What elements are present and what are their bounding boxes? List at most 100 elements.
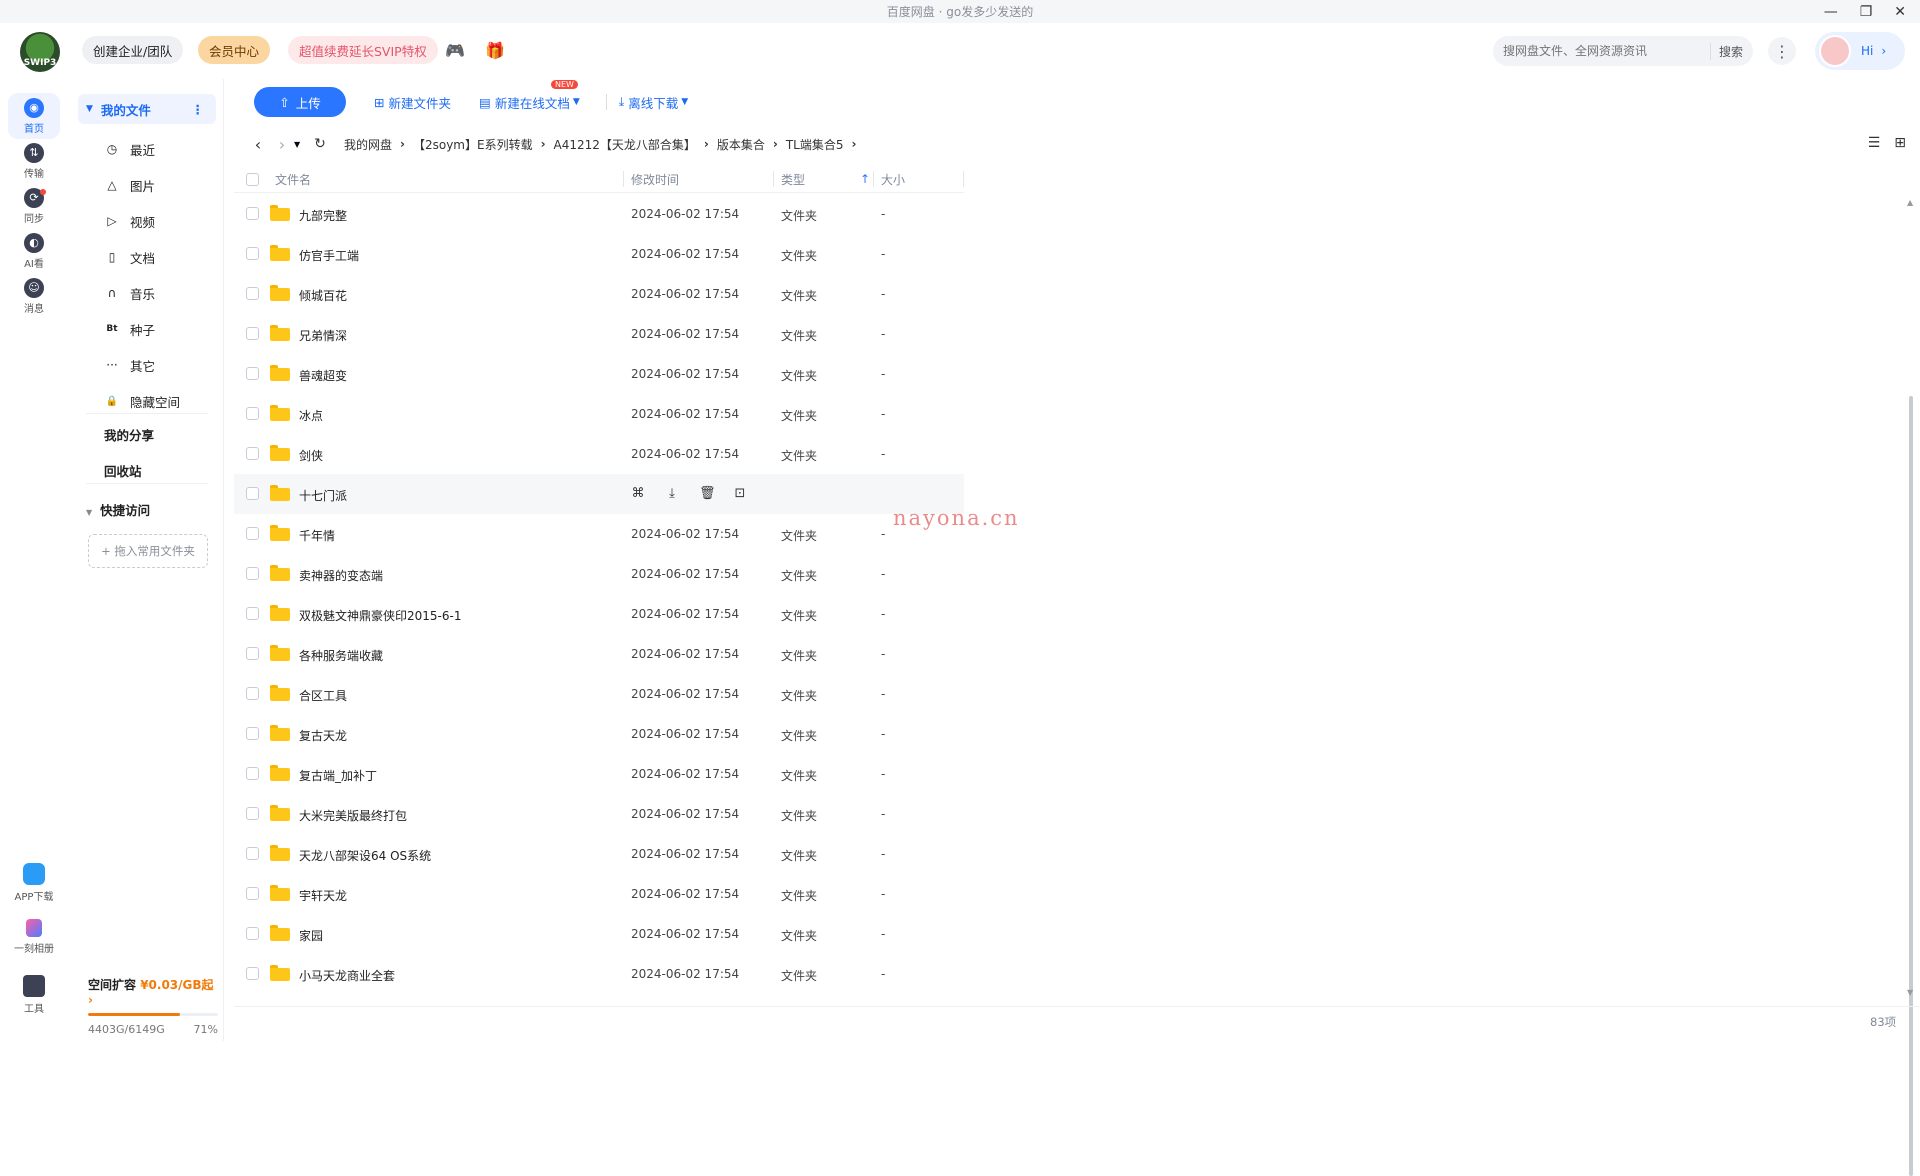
row-checkbox[interactable] [246,327,259,340]
file-name[interactable]: 兄弟情深 [299,327,347,344]
table-row[interactable]: 冰点 2024-06-02 17:54 文件夹 - [234,394,964,434]
user-profile[interactable]: Hi › [1815,32,1905,70]
table-row[interactable]: 十七门派 ⌘ ⤓ 🗑 ⊡ [234,474,964,514]
breadcrumb-item[interactable]: 我的网盘 [344,136,392,153]
new-folder-button[interactable]: ⊞ 新建文件夹 [374,93,451,112]
minimize-icon[interactable]: — [1824,4,1838,20]
nav-item-home[interactable]: ◉ 首页 [8,93,60,139]
grid-view-icon[interactable]: ⊞ [1894,135,1906,151]
column-header-size[interactable]: 大小 [881,165,905,193]
file-name[interactable]: 兽魂超变 [299,367,347,384]
row-checkbox[interactable] [246,767,259,780]
more-menu-icon[interactable]: ⋮ [1768,37,1796,65]
more-icon[interactable]: ⊡ [733,486,747,501]
sidebar-item-videos[interactable]: ▷ 视频 [104,211,155,231]
breadcrumb-item-current[interactable]: TL端集合5 [786,136,844,153]
file-name[interactable]: 剑侠 [299,447,323,464]
search-input[interactable] [1503,44,1703,58]
table-row[interactable]: 小马天龙商业全套 2024-06-02 17:54 文件夹 - [234,954,964,994]
row-checkbox[interactable] [246,847,259,860]
row-checkbox[interactable] [246,567,259,580]
member-center-button[interactable]: 会员中心 [198,36,271,64]
file-name[interactable]: 合区工具 [299,687,347,704]
refresh-icon[interactable]: ↻ [308,136,332,152]
sidebar-item-recycle[interactable]: 回收站 [104,461,142,480]
breadcrumb-item[interactable]: 【2soym】E系列转载 [413,136,533,153]
column-header-type[interactable]: 类型 [781,165,805,193]
row-checkbox[interactable] [246,207,259,220]
sidebar-item-hidden-space[interactable]: 🔒 隐藏空间 [104,391,180,411]
close-icon[interactable]: ✕ [1894,4,1906,20]
file-name[interactable]: 复古天龙 [299,727,347,744]
row-checkbox[interactable] [246,287,259,300]
row-checkbox[interactable] [246,727,259,740]
row-checkbox[interactable] [246,647,259,660]
forward-icon[interactable]: › [270,135,294,154]
file-name[interactable]: 仿官手工端 [299,247,359,264]
breadcrumb-item[interactable]: 版本集合 [717,136,765,153]
nav-item-ai[interactable]: ◐ AI看 [8,228,60,274]
file-name[interactable]: 家园 [299,927,323,944]
file-name[interactable]: 千年情 [299,527,335,544]
row-checkbox[interactable] [246,447,259,460]
storage-panel[interactable]: 空间扩容 ¥0.03/GB起 › 4403G/6149G 71% [88,976,218,1036]
delete-icon[interactable]: 🗑 [699,486,716,501]
row-checkbox[interactable] [246,607,259,620]
sidebar-item-music[interactable]: ∩ 音乐 [104,283,155,303]
tools-button[interactable]: 工具 [8,975,60,1015]
sidebar-item-documents[interactable]: ▯ 文档 [104,247,155,267]
row-checkbox[interactable] [246,687,259,700]
file-name[interactable]: 九部完整 [299,207,347,224]
table-row[interactable]: 千年情 2024-06-02 17:54 文件夹 - [234,514,964,554]
select-all-checkbox[interactable] [246,165,259,193]
file-name[interactable]: 小马天龙商业全套 [299,967,395,984]
file-name[interactable]: 卖神器的变态端 [299,567,383,584]
row-checkbox[interactable] [246,367,259,380]
row-checkbox[interactable] [246,527,259,540]
game-icon[interactable]: 🎮 [444,39,466,61]
table-row[interactable]: 九部完整 2024-06-02 17:54 文件夹 - [234,194,964,234]
sort-ascending-icon[interactable]: ↑ [860,165,870,193]
file-name[interactable]: 宇轩天龙 [299,887,347,904]
table-row[interactable]: 倾城百花 2024-06-02 17:54 文件夹 - [234,274,964,314]
sidebar-item-torrents[interactable]: Bt 种子 [104,319,155,339]
table-row[interactable]: 卖神器的变态端 2024-06-02 17:54 文件夹 - [234,554,964,594]
table-row[interactable]: 仿官手工端 2024-06-02 17:54 文件夹 - [234,234,964,274]
quick-access-header[interactable]: ▼ 快捷访问 [86,500,150,519]
share-icon[interactable]: ⌘ [631,486,645,501]
table-row[interactable]: 复古天龙 2024-06-02 17:54 文件夹 - [234,714,964,754]
scrollbar[interactable]: ▲ ▼ [1907,198,1915,1176]
sidebar-item-other[interactable]: ··· 其它 [104,355,155,375]
download-icon[interactable]: ⤓ [665,486,679,501]
quick-access-drop-zone[interactable]: + 拖入常用文件夹 [88,534,208,568]
table-row[interactable]: 各种服务端收藏 2024-06-02 17:54 文件夹 - [234,634,964,674]
table-row[interactable]: 兄弟情深 2024-06-02 17:54 文件夹 - [234,314,964,354]
svip-renew-button[interactable]: 超值续费延长SVIP特权 [288,36,438,64]
table-row[interactable]: 宇轩天龙 2024-06-02 17:54 文件夹 - [234,874,964,914]
file-name[interactable]: 冰点 [299,407,323,424]
file-name[interactable]: 大米完美版最终打包 [299,807,407,824]
sidebar-item-recent[interactable]: ◷ 最近 [104,139,155,159]
app-logo[interactable]: SWIP3 [20,32,60,72]
table-row[interactable]: 兽魂超变 2024-06-02 17:54 文件夹 - [234,354,964,394]
file-name[interactable]: 双极魅文神鼎豪侠印2015-6-1 [299,607,461,624]
file-name[interactable]: 倾城百花 [299,287,347,304]
nav-item-sync[interactable]: ⟳ 同步 [8,183,60,229]
file-name[interactable]: 各种服务端收藏 [299,647,383,664]
column-header-name[interactable]: 文件名 [275,165,311,193]
scrollbar-thumb[interactable] [1909,396,1913,1176]
file-name[interactable]: 天龙八部架设64 OS系统 [299,847,431,864]
row-checkbox[interactable] [246,487,259,500]
sort-list-icon[interactable]: ☰ [1868,135,1881,151]
sidebar-item-my-files[interactable]: ▼ 我的文件 ⋮ [78,94,216,124]
row-checkbox[interactable] [246,807,259,820]
app-download-button[interactable]: APP下载 [8,863,60,903]
row-checkbox[interactable] [246,247,259,260]
sidebar-item-images[interactable]: △ 图片 [104,175,155,195]
sidebar-item-my-share[interactable]: 我的分享 [104,425,154,444]
table-row[interactable]: 复古端_加补丁 2024-06-02 17:54 文件夹 - [234,754,964,794]
back-icon[interactable]: ‹ [246,135,270,154]
nav-item-message[interactable]: ☺ 消息 [8,273,60,319]
nav-item-transfer[interactable]: ⇅ 传输 [8,138,60,184]
create-team-button[interactable]: 创建企业/团队 [82,36,184,64]
